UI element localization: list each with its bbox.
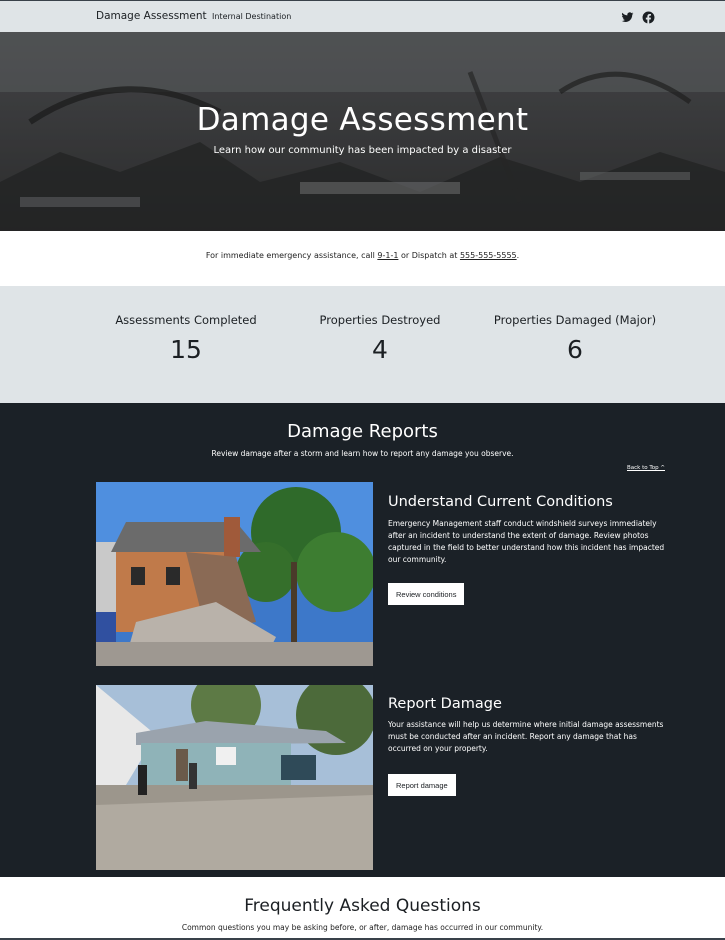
- stat-value: 6: [567, 335, 583, 364]
- stat-assessments-completed: Assessments Completed 15: [86, 313, 286, 364]
- emergency-notice: For immediate emergency assistance, call…: [0, 231, 725, 286]
- emergency-text-suffix: .: [516, 251, 520, 260]
- stat-label: Properties Damaged (Major): [493, 313, 657, 327]
- back-to-top-link[interactable]: Back to Top ^: [627, 465, 665, 471]
- card-text-report-damage: Your assistance will help us determine w…: [388, 720, 664, 753]
- faq-subtitle: Common questions you may be asking befor…: [181, 923, 544, 932]
- dispatch-phone-link[interactable]: 555-555-5555: [460, 251, 517, 260]
- faq-section: Frequently Asked Questions Common questi…: [0, 877, 725, 940]
- report-damage-button[interactable]: Report damage: [388, 774, 456, 796]
- top-nav-bar: Damage Assessment Internal Destination: [0, 0, 725, 32]
- social-links: [621, 9, 655, 24]
- site-brand-link[interactable]: Damage Assessment: [96, 10, 207, 22]
- stat-value: 15: [170, 335, 202, 364]
- stats-band: Assessments Completed 15 Properties Dest…: [0, 286, 725, 403]
- card-title-report-damage: Report Damage: [388, 696, 502, 712]
- stat-properties-destroyed: Properties Destroyed 4: [280, 313, 480, 364]
- page-title: Damage Assessment: [196, 102, 529, 138]
- collapsed-house-photo: [96, 482, 373, 666]
- damage-reports-section: Damage Reports Review damage after a sto…: [0, 403, 725, 877]
- twitter-icon[interactable]: [621, 9, 634, 22]
- emergency-text-middle: or Dispatch at: [398, 251, 460, 260]
- stat-properties-damaged-major: Properties Damaged (Major) 6: [475, 313, 675, 364]
- faq-title: Frequently Asked Questions: [244, 896, 481, 916]
- hero-banner: Damage Assessment Learn how our communit…: [0, 32, 725, 231]
- flooded-house-photo: [96, 685, 373, 870]
- card-text-understand-conditions: Emergency Management staff conduct winds…: [388, 519, 665, 564]
- stat-label: Assessments Completed: [115, 313, 257, 327]
- section-title: Damage Reports: [287, 421, 438, 442]
- card-title-understand-conditions: Understand Current Conditions: [388, 494, 613, 510]
- stat-value: 4: [372, 335, 388, 364]
- stat-label: Properties Destroyed: [319, 313, 441, 327]
- section-subtitle: Review damage after a storm and learn ho…: [211, 449, 514, 458]
- nav-link-internal-destination[interactable]: Internal Destination: [212, 12, 291, 21]
- facebook-icon[interactable]: [642, 9, 655, 24]
- emergency-phone-link[interactable]: 9-1-1: [377, 251, 398, 260]
- review-conditions-button[interactable]: Review conditions: [388, 583, 465, 605]
- page-subtitle: Learn how our community has been impacte…: [213, 145, 512, 156]
- emergency-text-prefix: For immediate emergency assistance, call: [205, 251, 378, 260]
